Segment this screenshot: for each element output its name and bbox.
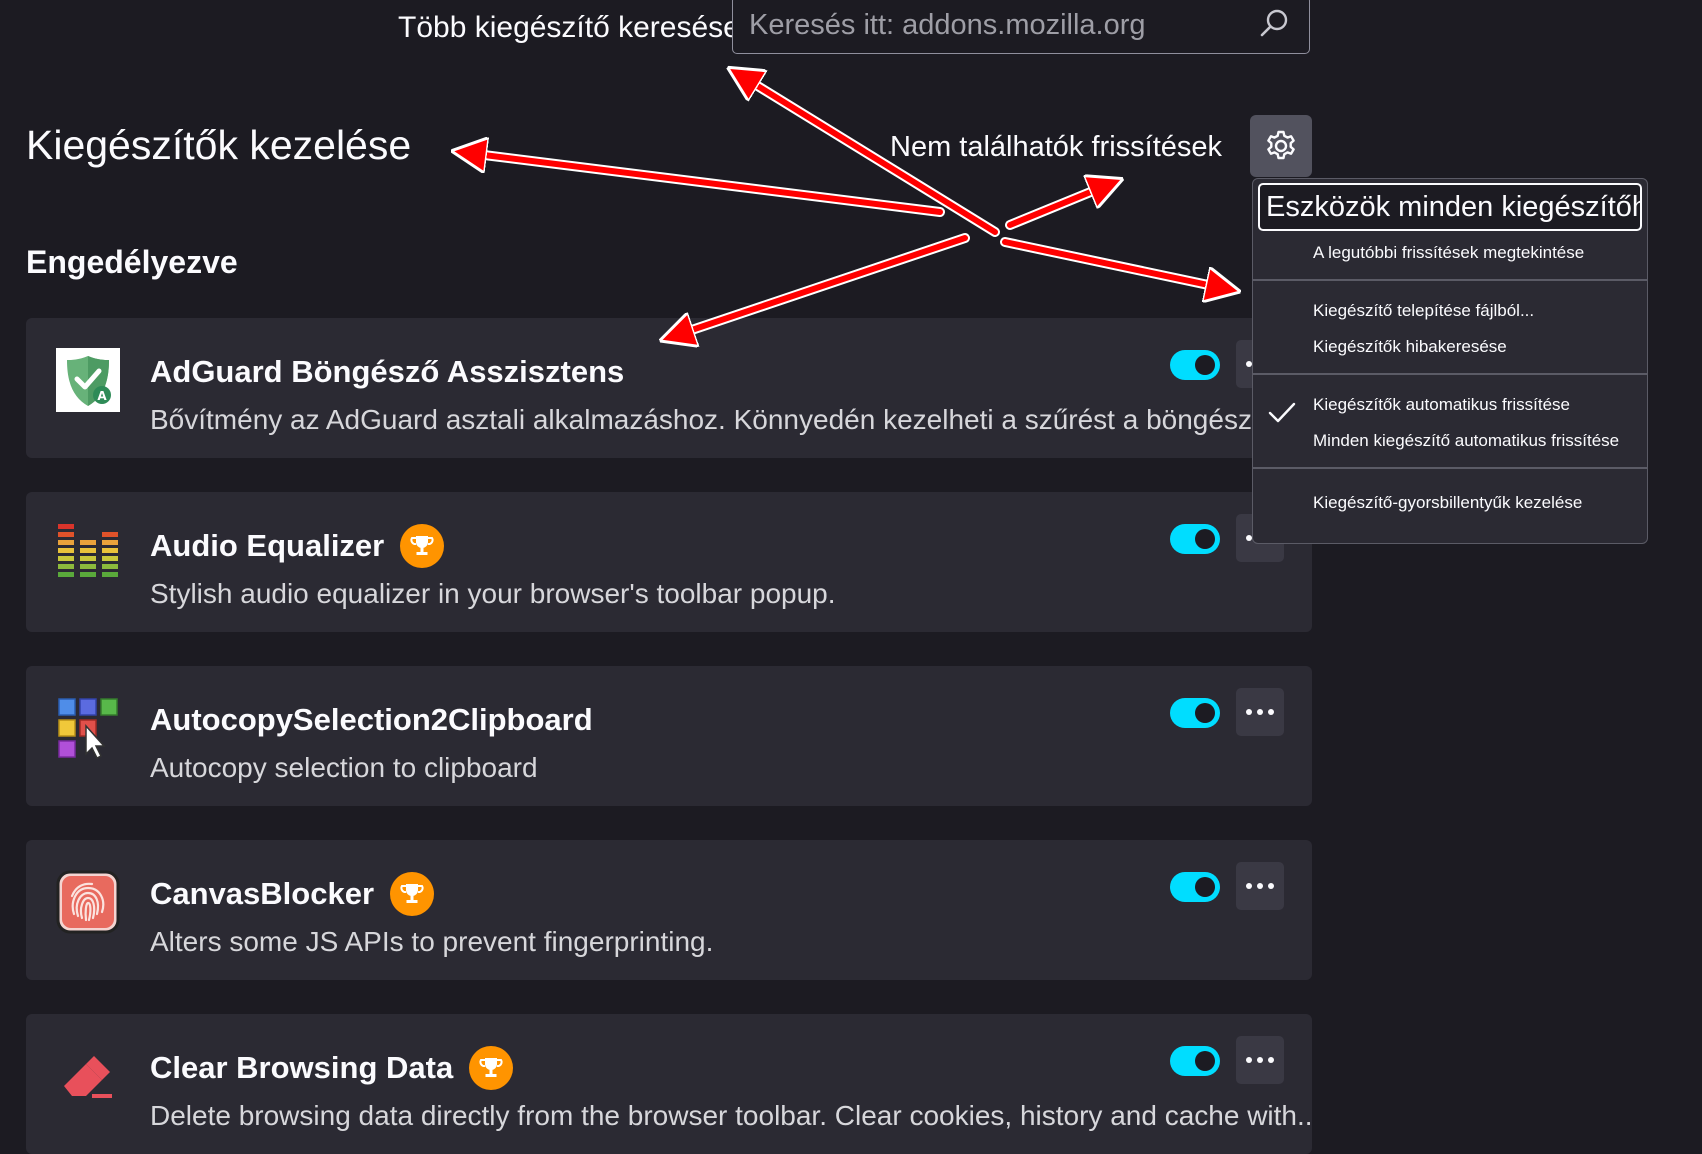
search-label: Több kiegészítő keresése [398,11,740,44]
fingerprint-icon [56,870,120,934]
recommended-badge[interactable] [469,1046,514,1090]
autocopy-grid-icon [58,698,118,760]
tools-gear-button[interactable] [1250,115,1312,177]
menu-header: Eszközök minden kiegészítőhöz [1258,183,1642,231]
addon-card[interactable]: CanvasBlocker Alters some JS APIs to pre… [26,840,1312,980]
addon-description: Alters some JS APIs to prevent fingerpri… [150,926,714,957]
addon-card[interactable]: AutocopySelection2Clipboard Autocopy sel… [26,666,1312,806]
addon-enable-toggle[interactable] [1170,524,1220,554]
dot [1268,883,1274,889]
search-icon[interactable] [1257,5,1293,41]
trophy-icon [479,1058,503,1077]
search-input[interactable] [749,3,1249,47]
addon-description: Autocopy selection to clipboard [150,752,538,783]
addon-description: Delete browsing data directly from the b… [150,1100,1310,1131]
arrow-to-menu [1002,239,1232,290]
checkmark-icon [1268,402,1296,423]
menu-item-view-recent-updates[interactable]: A legutóbbi frissítések megtekintése [1313,235,1584,271]
adguard-shield-icon: A [56,348,120,412]
arrow-to-update-status [1007,182,1115,228]
dot [1257,883,1263,889]
addon-enable-toggle[interactable] [1170,1046,1220,1076]
trophy-icon [410,536,434,555]
recommended-badge[interactable] [400,524,445,568]
dot [1246,1057,1252,1063]
trophy-icon [400,884,424,903]
dot [1268,1057,1274,1063]
addon-name-row: CanvasBlocker [150,870,435,918]
addon-name-row: AdGuard Böngésző Asszisztens [150,348,624,396]
addon-enable-toggle[interactable] [1170,350,1220,380]
menu-item-auto-update[interactable]: Kiegészítők automatikus frissítése [1313,387,1570,423]
addon-card[interactable]: Audio Equalizer Stylish audio equalizer … [26,492,1312,632]
addon-description: Bővítmény az AdGuard asztali alkalmazásh… [150,404,1310,435]
addon-name[interactable]: AdGuard Böngésző Asszisztens [150,354,624,390]
toggle-knob [1195,877,1215,897]
addon-more-options-button[interactable] [1236,862,1284,910]
gear-icon [1267,130,1295,160]
toggle-knob [1195,355,1215,375]
addon-name[interactable]: CanvasBlocker [150,876,374,912]
menu-separator [1253,467,1647,469]
menu-separator [1253,279,1647,281]
eraser-icon [64,1056,112,1098]
addon-card[interactable]: Clear Browsing Data Delete browsing data… [26,1014,1312,1154]
toggle-knob [1195,529,1215,549]
search-box[interactable] [732,0,1310,54]
addon-name[interactable]: AutocopySelection2Clipboard [150,702,593,738]
menu-item-manage-shortcuts[interactable]: Kiegészítő-gyorsbillentyűk kezelése [1313,485,1582,521]
addon-name-row: Audio Equalizer [150,522,445,570]
equalizer-icon [58,524,118,577]
addon-name-row: AutocopySelection2Clipboard [150,696,593,744]
dot [1268,709,1274,715]
addon-description: Stylish audio equalizer in your browser'… [150,578,836,609]
page-title: Kiegészítők kezelése [26,122,412,168]
menu-item-install-from-file[interactable]: Kiegészítő telepítése fájlból... [1313,293,1534,329]
addon-enable-toggle[interactable] [1170,872,1220,902]
addon-name[interactable]: Audio Equalizer [150,528,384,564]
dot [1257,709,1263,715]
section-title-enabled: Engedélyezve [26,244,238,280]
recommended-badge[interactable] [390,872,435,916]
addon-name[interactable]: Clear Browsing Data [150,1050,453,1086]
tools-menu: Eszközök minden kiegészítőhöz A legutóbb… [1252,178,1648,544]
arrow-to-title [460,152,943,215]
toggle-knob [1195,1051,1215,1071]
dot [1246,709,1252,715]
addon-name-row: Clear Browsing Data [150,1044,514,1092]
dot [1246,883,1252,889]
addon-enable-toggle[interactable] [1170,698,1220,728]
menu-item-reset-all-auto-update[interactable]: Minden kiegészítő automatikus frissítése [1313,423,1619,459]
menu-item-debug-addons[interactable]: Kiegészítők hibakeresése [1313,329,1507,365]
addon-more-options-button[interactable] [1236,688,1284,736]
update-status: Nem találhatók frissítések [890,131,1223,163]
menu-separator [1253,373,1647,375]
addon-card[interactable]: A AdGuard Böngésző Asszisztens Bővítmény… [26,318,1312,458]
toggle-knob [1195,703,1215,723]
addons-manager-page: Több kiegészítő keresése Kiegészítők kez… [0,0,1702,1154]
addon-more-options-button[interactable] [1236,1036,1284,1084]
svg-text:A: A [97,389,107,403]
dot [1257,1057,1263,1063]
